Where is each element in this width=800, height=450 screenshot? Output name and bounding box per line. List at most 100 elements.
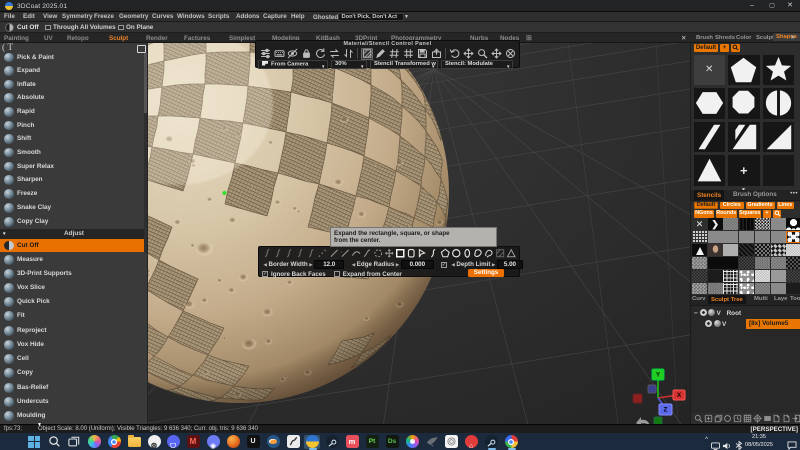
taskbar-icon-photos[interactable] [404,435,420,449]
shape-split-circle[interactable] [762,87,796,120]
stencil-noise-dark[interactable] [786,270,800,282]
stencil-plaid[interactable] [692,231,707,243]
settings-button[interactable]: Settings [468,269,504,278]
on-plane-checkbox[interactable] [118,25,124,31]
stencil-weave[interactable] [739,244,754,256]
stroke-mode-3-icon[interactable] [284,248,295,259]
window-titlebar[interactable]: 3DCoat 2025.01 – ▢ ✕ [0,0,800,12]
stencil-dots-scatter[interactable] [739,283,754,294]
minimize-button[interactable]: – [744,1,760,11]
shape-slash-triangle[interactable] [727,121,761,154]
taskbar-icon-app-blue[interactable]: ◉ [205,435,221,449]
shapes-folder-default[interactable]: Default [694,44,718,53]
cancel-icon[interactable] [505,48,516,59]
export-box-icon[interactable] [431,48,442,59]
stencil-noise-dark[interactable] [739,257,754,269]
circle-dashed-icon[interactable] [373,248,384,259]
taskbar-icon-app-red-m[interactable]: M [185,435,201,449]
tab-brush-options[interactable]: Brush Options [733,191,777,198]
stencil-folder-rounds[interactable]: Rounds [716,210,737,218]
undo-icon[interactable] [449,48,460,59]
tool-item-freeze[interactable]: Freeze [0,187,148,201]
move-icon[interactable] [463,48,474,59]
dock-tab-shapes[interactable]: Shapes [773,33,800,41]
tab-sculpt-tree[interactable]: Sculpt Tree [708,295,746,304]
menu-item-capture[interactable]: Capture [263,13,287,20]
tool-item-bas-relief[interactable]: Bas-Relief [0,381,148,395]
close-panel-icon[interactable]: ✕ [681,34,686,42]
room-tab-retopo[interactable]: Retopo [67,35,89,42]
stencil-circle-figure[interactable] [786,218,800,230]
ghosted-dropdown[interactable]: Don't Pick, Don't Act [338,13,404,22]
taskbar-icon-zbrush[interactable] [285,435,301,449]
tree-row-root[interactable]: − V Root [694,309,741,318]
tool-item-quick-pick[interactable]: Quick Pick [0,295,148,309]
stencil-noise-gray[interactable] [708,283,723,294]
stencil-folder-default[interactable]: Default [694,202,718,210]
dots-stroke-icon[interactable] [317,248,328,259]
room-tab-simplest[interactable]: Simplest [229,35,255,42]
stencil-noise-bright[interactable] [786,244,800,256]
tool-item-pick-and-paint[interactable]: Pick & Paint [0,51,148,65]
dock-tab-color[interactable]: Color [736,35,751,41]
shape-star[interactable] [762,54,796,87]
stencil-dots-scatter[interactable] [739,270,754,282]
tool-item-cut-off[interactable]: Cut Off [0,239,148,253]
spline-stroke-icon[interactable] [362,248,373,259]
voxel-mode-letter[interactable]: V [717,310,721,317]
dock-tab-shreds[interactable]: Shreds [715,35,735,41]
hash2-icon[interactable] [403,48,414,59]
stencil-dots-dark[interactable] [755,244,770,256]
eye-off-icon[interactable] [287,48,298,59]
tool-panel-scrollbar[interactable] [144,53,147,253]
shape-empty[interactable] [762,154,796,187]
stencil-gray[interactable] [771,218,786,230]
tool-item-shift[interactable]: Shift [0,132,148,146]
hash-icon[interactable] [389,48,400,59]
blur-square-icon[interactable] [763,414,772,423]
tab-tool[interactable]: Tool [790,296,800,302]
stencil-checker-fine[interactable] [755,218,770,230]
stencil-folder-squares[interactable]: Squares [739,210,762,218]
tab-stencils[interactable]: Stencils [694,190,724,200]
tool-item-3d-print-supports[interactable]: 3D-Print Supports [0,267,148,281]
tab-layers[interactable]: Laye [774,296,787,302]
taskbar-icon-copilot[interactable] [86,435,102,449]
gizmo-neg-y-axis-handle[interactable] [654,417,662,424]
stencil-diamond-checker[interactable] [771,244,786,256]
closed-spline-mode-icon[interactable] [473,248,484,259]
tool-item-sharpen[interactable]: Sharpen [0,173,148,187]
menu-item-symmetry[interactable]: Symmetry [62,13,92,20]
shape-none[interactable]: ✕ [693,54,727,87]
menu-item-windows[interactable]: Windows [177,13,205,20]
edge-radius-input[interactable]: 0.000 [401,260,434,268]
room-tab-sculpt[interactable]: Sculpt [109,35,128,42]
stencil-folder-gradients[interactable]: Gradients [746,202,775,210]
taskbar-icon-steam-2[interactable] [483,435,499,449]
shader-sphere-icon[interactable] [714,320,721,327]
shape-hexagon[interactable] [693,87,727,120]
search-icon[interactable] [477,48,488,59]
taskbar-icon-search[interactable] [46,435,62,449]
stencil-noise-mid[interactable] [692,257,707,269]
swap-h-icon[interactable] [329,48,340,59]
menu-item-freeze[interactable]: Freeze [94,13,114,20]
stroke-mode-2-icon[interactable] [273,248,284,259]
stencil-noise-light[interactable] [755,283,770,294]
shape-pentagon[interactable] [727,54,761,87]
tab-overflow-icon[interactable]: » [791,34,794,41]
taskbar-icon-marmoset[interactable] [225,435,241,449]
curve-stroke-icon[interactable] [351,248,362,259]
tree-row-volume[interactable]: V [8x] Volume5 [705,320,726,329]
tab-multi[interactable]: Multi [754,296,768,302]
mapping-dropdown[interactable]: From Camera▼ [258,60,328,69]
tool-item-inflate[interactable]: Inflate [0,78,148,92]
add-stencil-folder-button[interactable]: + [763,210,771,218]
menu-item-view[interactable]: View [43,13,57,20]
line-stroke-2-icon[interactable] [340,248,351,259]
stencil-dark[interactable] [708,270,723,282]
taskbar-icon-app-rings[interactable] [443,435,459,449]
stencil-noise-mid[interactable] [692,283,707,294]
taskbar-icon-windows-start[interactable] [26,435,42,449]
taskbar-icon-chrome[interactable] [106,435,122,449]
